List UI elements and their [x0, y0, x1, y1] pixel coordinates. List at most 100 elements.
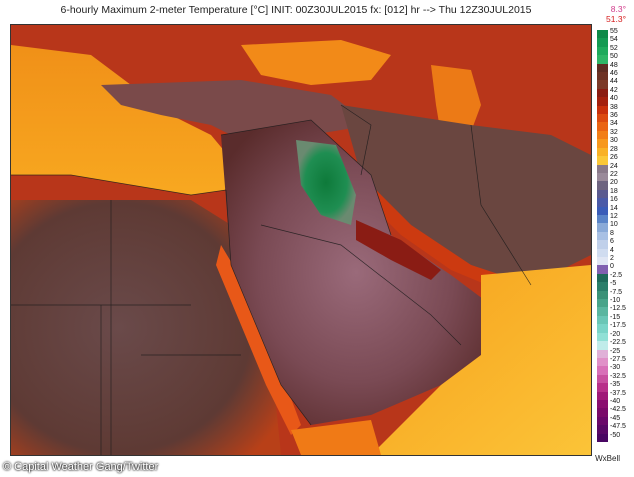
photo-credit: © Capital Weather Gang/Twitter [3, 461, 159, 473]
legend-swatch [597, 130, 608, 140]
legend-label: 30 [610, 137, 618, 145]
legend-swatch [597, 189, 608, 199]
legend-label: 2 [610, 255, 614, 263]
legend-swatch [597, 55, 608, 64]
legend-label: -40 [610, 397, 621, 405]
legend-label: 44 [610, 78, 618, 86]
legend-label: 16 [610, 196, 618, 204]
legend-label: -5 [610, 280, 617, 288]
legend-label: 50 [610, 53, 618, 61]
min-value: 8.3° [610, 4, 626, 14]
legend-swatch [597, 139, 608, 148]
legend-swatch [597, 248, 608, 258]
legend-swatch [597, 105, 608, 115]
legend-label: 55 [610, 28, 618, 35]
legend-swatch [597, 408, 608, 417]
legend-swatch [597, 307, 608, 316]
legend-label: 0 [610, 263, 614, 271]
legend-label: -15 [610, 313, 621, 321]
legend-label: -20 [610, 330, 621, 338]
map-title: 6-hourly Maximum 2-meter Temperature [°C… [60, 4, 532, 16]
legend-swatch [597, 223, 608, 232]
legend-swatch [597, 265, 608, 274]
legend-label: -22.5 [610, 339, 626, 347]
legend-entry: 10 [597, 221, 631, 232]
legend-label: -42.5 [610, 406, 626, 414]
legend-label: -12.5 [610, 305, 626, 313]
legend-swatch [597, 299, 608, 308]
legend-label: -2.5 [610, 271, 623, 279]
legend-label: -50 [610, 431, 621, 439]
legend-label: 28 [610, 145, 618, 153]
legend-label: 40 [610, 95, 618, 103]
legend-swatch [597, 46, 608, 56]
legend-swatch [597, 206, 608, 215]
legend-swatch [597, 72, 608, 81]
legend-swatch [597, 198, 608, 207]
legend-label: -37.5 [610, 389, 626, 397]
legend-swatch [597, 399, 608, 409]
brand-label: WxBell [595, 454, 620, 463]
legend-swatch [597, 357, 608, 367]
legend-label: -10 [610, 297, 621, 305]
legend-swatch [597, 88, 608, 98]
legend-swatch [597, 114, 608, 123]
legend-swatch [597, 97, 608, 106]
legend-swatch [597, 282, 608, 291]
legend-label: 48 [610, 61, 618, 69]
legend-swatch [597, 156, 608, 165]
legend-swatch [597, 164, 608, 173]
legend-label: -7.5 [610, 288, 623, 296]
legend-label: 18 [610, 187, 618, 195]
legend-swatch [597, 433, 608, 442]
legend-label: -27.5 [610, 355, 626, 363]
legend-swatch [597, 383, 608, 392]
legend-entry: 2 [597, 255, 631, 266]
legend-label: 22 [610, 170, 618, 178]
legend-swatch [597, 391, 608, 400]
legend-label: -35 [610, 381, 621, 389]
legend-entry: -50 [597, 431, 631, 442]
color-scale-legend: 55 54 52 50 48 46 44 42 40 38 36 34 32 30 28 26 24 22 20 18… [597, 28, 631, 442]
legend-label: 14 [610, 204, 618, 212]
legend-label: 4 [610, 246, 614, 254]
legend-swatch [597, 315, 608, 325]
legend-label: -25 [610, 347, 621, 355]
legend-swatch [597, 122, 608, 131]
max-value: 51.3° [606, 14, 626, 24]
legend-label: 12 [610, 212, 618, 220]
legend-swatch [597, 332, 608, 342]
legend-swatch [597, 38, 608, 47]
legend-label: 24 [610, 162, 618, 170]
legend-label: 42 [610, 86, 618, 94]
legend-swatch [597, 324, 608, 333]
legend-label: -32.5 [610, 372, 626, 380]
legend-label: 52 [610, 44, 618, 52]
legend-swatch [597, 63, 608, 73]
legend-swatch [597, 80, 608, 89]
legend-swatch [597, 181, 608, 190]
legend-label: 46 [610, 70, 618, 78]
legend-label: -47.5 [610, 423, 626, 431]
legend-swatch [597, 290, 608, 300]
legend-label: -17.5 [610, 322, 626, 330]
legend-label: 54 [610, 36, 618, 44]
legend-label: 10 [610, 221, 618, 229]
legend-swatch [597, 240, 608, 249]
legend-label: 26 [610, 154, 618, 162]
legend-label: 8 [610, 229, 614, 237]
legend-swatch [597, 273, 608, 283]
legend-swatch [597, 349, 608, 358]
legend-entry: 6 [597, 238, 631, 249]
legend-label: 20 [610, 179, 618, 187]
legend-label: -30 [610, 364, 621, 372]
min-max-readout: 8.3° 51.3° [606, 4, 626, 24]
legend-swatch [597, 366, 608, 375]
legend-swatch [597, 147, 608, 157]
legend-label: 6 [610, 238, 614, 246]
legend-swatch [597, 231, 608, 241]
temperature-map [10, 24, 592, 456]
legend-swatch [597, 416, 608, 426]
legend-swatch [597, 374, 608, 384]
legend-swatch [597, 425, 608, 434]
